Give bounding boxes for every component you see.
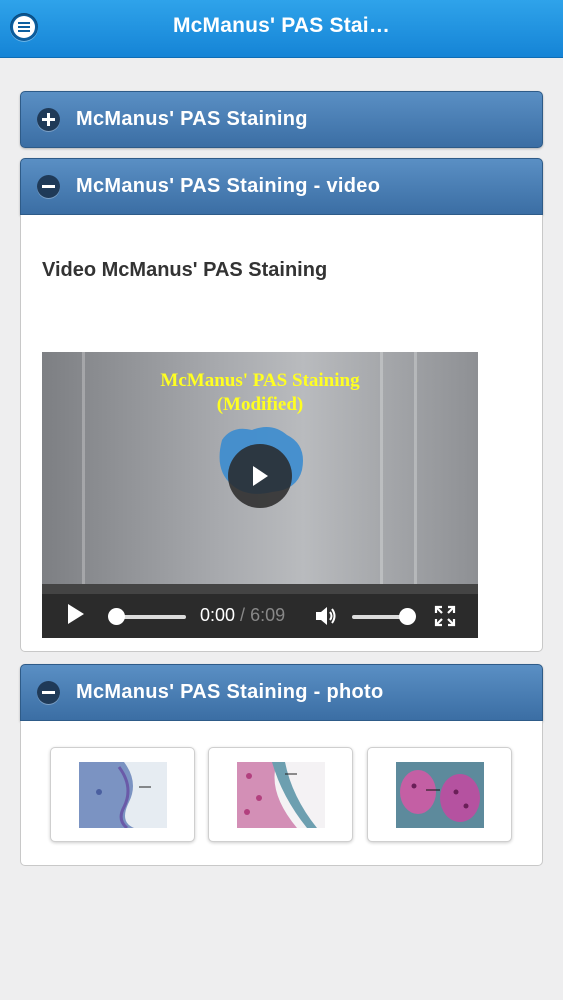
video-time: 0:00 / 6:09 — [200, 605, 285, 626]
minus-icon — [37, 175, 60, 198]
video-overlay-title: McManus' PAS Staining — [160, 370, 360, 391]
section-header-pas-staining[interactable]: McManus' PAS Staining — [20, 91, 543, 148]
photo-section-body — [20, 721, 543, 866]
video-controls: 0:00 / 6:09 — [42, 584, 478, 638]
photo-thumbnail-1[interactable] — [50, 747, 195, 842]
section-header-photo[interactable]: McManus' PAS Staining - photo — [20, 664, 543, 721]
photo-thumbnail-2[interactable] — [208, 747, 353, 842]
collapsible-pas-staining-photo: McManus' PAS Staining - photo — [20, 664, 543, 866]
video-overlay-subtitle: (Modified) — [216, 394, 304, 415]
collapsible-pas-staining: McManus' PAS Staining — [20, 91, 543, 148]
page-title: McManus' PAS Stai… — [172, 14, 391, 37]
time-separator: / — [235, 605, 251, 625]
app-header: McManus' PAS Stai… — [0, 0, 563, 58]
current-time: 0:00 — [200, 605, 236, 625]
minus-icon — [37, 681, 60, 704]
volume-icon[interactable] — [314, 605, 338, 627]
histology-image — [395, 761, 484, 828]
section-header-label: McManus' PAS Staining - photo — [76, 681, 384, 703]
play-button[interactable] — [66, 603, 86, 625]
fullscreen-icon[interactable] — [434, 605, 456, 627]
volume-handle[interactable] — [399, 608, 416, 625]
histology-image — [236, 761, 325, 828]
section-header-label: McManus' PAS Staining - video — [76, 175, 381, 197]
section-header-label: McManus' PAS Staining — [76, 108, 308, 130]
video-heading: Video McManus' PAS Staining — [42, 259, 328, 281]
plus-icon — [37, 108, 60, 131]
video-player[interactable]: McManus' PAS Staining (Modified) 0:00 / … — [42, 352, 478, 638]
section-header-video[interactable]: McManus' PAS Staining - video — [20, 158, 543, 215]
collapsible-pas-staining-video: McManus' PAS Staining - video Video McMa… — [20, 158, 543, 652]
video-play-overlay-button[interactable] — [228, 444, 292, 508]
seek-handle[interactable] — [108, 608, 125, 625]
play-icon — [253, 466, 268, 486]
video-section-body: Video McManus' PAS Staining McManus' PAS… — [20, 215, 543, 652]
photo-thumbnail-3[interactable] — [367, 747, 512, 842]
duration: 6:09 — [250, 605, 286, 625]
histology-image — [78, 761, 167, 828]
